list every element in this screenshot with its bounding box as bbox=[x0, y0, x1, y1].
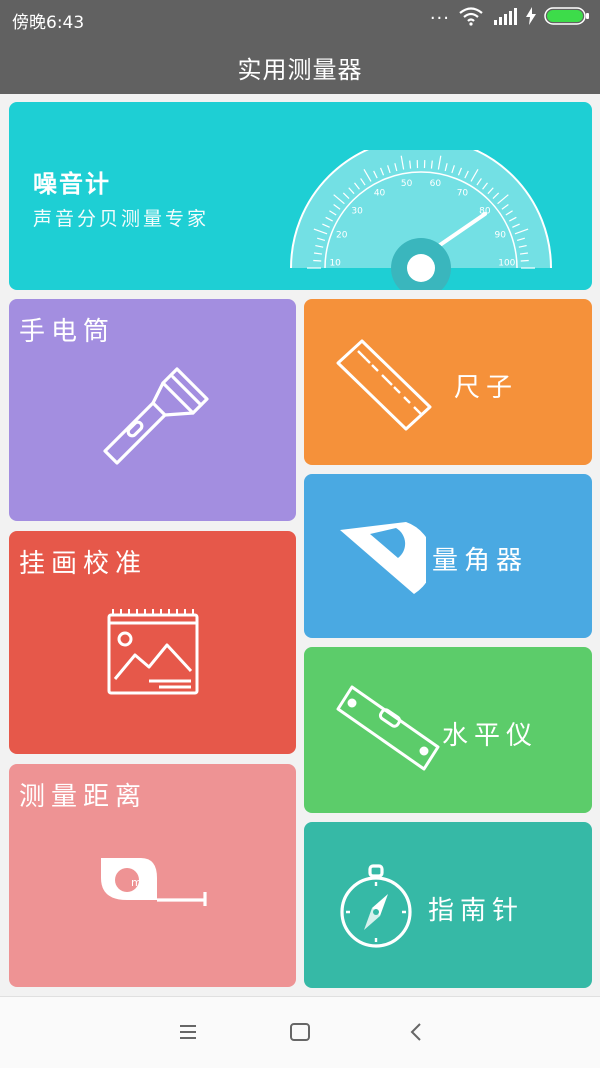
menu-button[interactable] bbox=[168, 1015, 208, 1049]
tile-protractor[interactable]: 量角器 bbox=[304, 474, 592, 638]
gauge-tick bbox=[521, 260, 529, 261]
gauge-icon: 102030405060708090100 bbox=[285, 150, 557, 290]
tile-flashlight[interactable]: 手电筒 bbox=[9, 299, 296, 521]
signal-icon bbox=[492, 6, 518, 26]
battery-icon bbox=[544, 6, 590, 26]
gauge-scale-label: 90 bbox=[495, 231, 507, 241]
charging-icon bbox=[526, 7, 536, 25]
ruler-icon bbox=[332, 337, 436, 433]
gauge-scale-label: 50 bbox=[401, 179, 413, 189]
noise-meter-title: 噪音计 bbox=[33, 164, 111, 199]
ruler-label: 尺子 bbox=[454, 367, 518, 404]
home-button[interactable] bbox=[280, 1015, 320, 1049]
tile-noise-meter[interactable]: 噪音计 声音分贝测量专家 102030405060708090100 bbox=[9, 102, 592, 290]
distance-label: 测量距离 bbox=[19, 776, 147, 813]
gauge-scale-label: 100 bbox=[498, 259, 515, 269]
noise-meter-subtitle: 声音分贝测量专家 bbox=[33, 204, 209, 231]
status-icons: ... bbox=[430, 6, 590, 26]
gauge-scale-label: 10 bbox=[329, 259, 341, 269]
home-icon bbox=[289, 1022, 311, 1042]
menu-icon bbox=[178, 1023, 198, 1041]
tile-compass[interactable]: 指南针 bbox=[304, 822, 592, 988]
tile-ruler[interactable]: 尺子 bbox=[304, 299, 592, 465]
tile-level[interactable]: 水平仪 bbox=[304, 647, 592, 813]
app-bar: 实用测量器 bbox=[0, 36, 600, 94]
back-icon bbox=[409, 1022, 423, 1042]
wifi-icon bbox=[458, 6, 484, 26]
flashlight-icon bbox=[97, 359, 217, 469]
protractor-label: 量角器 bbox=[432, 540, 528, 577]
compass-icon bbox=[336, 864, 416, 950]
more-dots: ... bbox=[430, 3, 450, 24]
app-title: 实用测量器 bbox=[0, 50, 600, 85]
gauge-tick bbox=[431, 161, 432, 169]
tape-unit-label: m bbox=[131, 876, 142, 889]
spirit-level-icon bbox=[334, 681, 444, 777]
gauge-scale-label: 70 bbox=[457, 189, 469, 199]
status-bar: 傍晚6:43 ... bbox=[0, 0, 600, 36]
status-time: 傍晚6:43 bbox=[12, 8, 84, 33]
picture-calibration-label: 挂画校准 bbox=[19, 543, 147, 580]
flashlight-label: 手电筒 bbox=[19, 311, 115, 348]
protractor-icon bbox=[336, 518, 426, 598]
tile-distance[interactable]: 测量距离 m bbox=[9, 764, 296, 987]
level-label: 水平仪 bbox=[442, 715, 538, 752]
compass-label: 指南针 bbox=[428, 890, 524, 927]
gauge-scale-label: 40 bbox=[374, 189, 386, 199]
gauge-tick bbox=[410, 161, 411, 169]
gauge-scale-label: 30 bbox=[351, 206, 363, 216]
gauge-scale-label: 20 bbox=[336, 231, 348, 241]
tape-measure-icon: m bbox=[97, 852, 213, 916]
back-button[interactable] bbox=[396, 1015, 436, 1049]
gauge-scale-label: 60 bbox=[430, 179, 442, 189]
tile-picture-calibration[interactable]: 挂画校准 bbox=[9, 531, 296, 754]
picture-frame-icon bbox=[105, 605, 201, 697]
navigation-bar bbox=[0, 996, 600, 1068]
gauge-tick bbox=[313, 260, 321, 261]
